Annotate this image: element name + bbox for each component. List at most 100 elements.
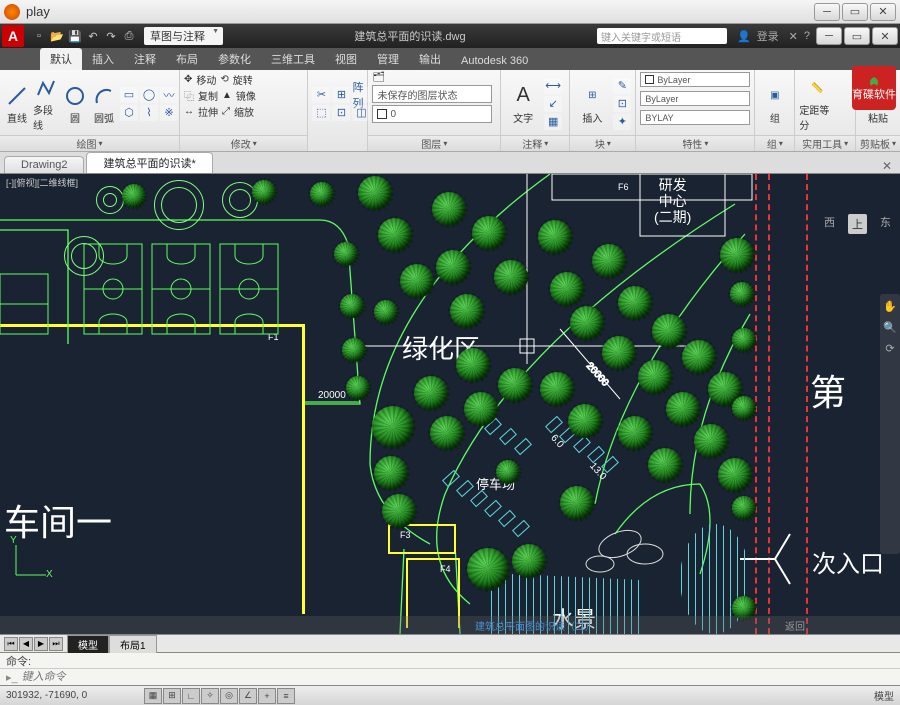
panel-block: ⊞插入 ✎⊡✦ 块: [570, 70, 636, 151]
nav-bar[interactable]: ✋ 🔍 ⟳: [880, 294, 900, 554]
open-icon[interactable]: 📂: [50, 29, 64, 43]
polyline-button[interactable]: 多段线: [33, 75, 59, 132]
new-tab-button[interactable]: ✕: [878, 159, 896, 173]
exchange-icon[interactable]: ✕: [789, 30, 798, 43]
app-menu-button[interactable]: A: [2, 25, 24, 47]
group-button[interactable]: ▣组: [759, 83, 790, 125]
panel-modify-title[interactable]: 修改: [180, 135, 307, 151]
copy-icon[interactable]: ⿻: [184, 88, 194, 103]
undo-icon[interactable]: ↶: [86, 29, 100, 43]
layout-tabs: ⏮◀▶⏭ 模型 布局1: [0, 634, 900, 652]
new-icon[interactable]: ▫: [32, 29, 46, 43]
tab-layout[interactable]: 布局: [166, 48, 208, 70]
draw-extra[interactable]: ▭◯〰⬡⌇※: [120, 87, 178, 121]
file-tab-1[interactable]: Drawing2: [4, 156, 84, 173]
panel-block-title[interactable]: 块: [570, 135, 635, 151]
maximize-button[interactable]: ▭: [842, 3, 868, 21]
panel-clip-title[interactable]: 剪贴板: [856, 135, 900, 151]
panel-layer-title[interactable]: 图层: [368, 135, 500, 151]
tab-3dtools[interactable]: 三维工具: [261, 48, 325, 70]
zoom-icon[interactable]: 🔍: [883, 321, 897, 334]
back-hint[interactable]: 返回: [785, 618, 805, 633]
hotkey-f3: F3: [400, 530, 411, 540]
model-tab[interactable]: 模型: [67, 635, 109, 653]
help-search[interactable]: 键入关键字或短语: [597, 28, 727, 44]
road-label: 第: [810, 364, 846, 416]
tab-annotate[interactable]: 注释: [124, 48, 166, 70]
rotate-icon[interactable]: ⟲: [220, 74, 228, 85]
print-icon[interactable]: ⎙: [122, 29, 136, 43]
tab-first[interactable]: ⏮: [4, 637, 18, 651]
linetype-combo[interactable]: BYLAY: [640, 110, 750, 125]
lineweight-combo[interactable]: ByLayer: [640, 91, 750, 106]
os-titlebar: play ─ ▭ ✕: [0, 0, 900, 24]
workspace-selector[interactable]: 草图与注释: [144, 27, 223, 45]
insert-block-button[interactable]: ⊞插入: [574, 83, 610, 125]
panel-draw-title[interactable]: 绘图: [0, 135, 179, 151]
command-area: 命令: ▸_: [0, 652, 900, 685]
view-cube[interactable]: 北 南 东 西 上: [822, 214, 892, 284]
command-line[interactable]: ▸_: [0, 668, 900, 685]
layer-combo[interactable]: 0: [372, 105, 492, 123]
panel-modify2: ✂⊞阵列⬚⊡◫ .: [308, 70, 368, 151]
dim-h: 20000: [318, 390, 346, 401]
tab-manage[interactable]: 管理: [367, 48, 409, 70]
minimize-button[interactable]: ─: [814, 3, 840, 21]
close-button[interactable]: ✕: [870, 3, 896, 21]
login-link[interactable]: 登录: [757, 28, 779, 44]
entry-label: 次入口: [812, 544, 884, 579]
panel-util-title[interactable]: 实用工具: [795, 135, 855, 151]
tab-last[interactable]: ⏭: [49, 637, 63, 651]
measure-button[interactable]: 📏定距等分: [799, 75, 835, 132]
doc-close-button[interactable]: ✕: [872, 27, 898, 45]
ucs-icon: X Y: [10, 541, 50, 584]
tab-view[interactable]: 视图: [325, 48, 367, 70]
layout1-tab[interactable]: 布局1: [109, 635, 157, 653]
file-tabs: Drawing2 建筑总平面的识读* ✕: [0, 152, 900, 174]
user-icon: 👤: [737, 30, 751, 43]
scale-icon[interactable]: ⤢: [222, 106, 230, 117]
doc-minimize-button[interactable]: ─: [816, 27, 842, 45]
tab-default[interactable]: 默认: [40, 48, 82, 70]
redo-icon[interactable]: ↷: [104, 29, 118, 43]
mirror-icon[interactable]: ▲: [222, 90, 232, 101]
modify-extra[interactable]: ✂⊞阵列⬚⊡◫: [312, 87, 370, 121]
command-input[interactable]: [22, 671, 894, 683]
tab-output[interactable]: 输出: [409, 48, 451, 70]
panel-annotate-title[interactable]: 注释: [501, 135, 569, 151]
block-extra[interactable]: ✎⊡✦: [613, 78, 631, 130]
tab-insert[interactable]: 插入: [82, 48, 124, 70]
panel-group-title[interactable]: 组: [755, 135, 794, 151]
tab-a360[interactable]: Autodesk 360: [451, 52, 538, 70]
file-tab-2[interactable]: 建筑总平面的识读*: [86, 152, 212, 173]
move-icon[interactable]: ✥: [184, 74, 192, 85]
layer-state-combo[interactable]: 未保存的图层状态: [372, 85, 492, 103]
help-icon[interactable]: ?: [804, 30, 810, 43]
viewport-label[interactable]: [-][俯视][二维线框]: [6, 176, 78, 189]
panel-prop-title[interactable]: 特性: [636, 135, 754, 151]
stretch-icon[interactable]: ↔: [184, 106, 194, 117]
save-icon[interactable]: 💾: [68, 29, 82, 43]
orbit-icon[interactable]: ⟳: [885, 342, 894, 355]
panel-properties: ByLayer ByLayer BYLAY 特性: [636, 70, 755, 151]
panel-group: ▣组 组: [755, 70, 795, 151]
tab-next[interactable]: ▶: [34, 637, 48, 651]
panel-annotate: A文字 ⟷↙▦ 注释: [501, 70, 570, 151]
quick-access-toolbar: A ▫ 📂 💾 ↶ ↷ ⎙ 草图与注释 建筑总平面的识读.dwg 键入关键字或短…: [0, 24, 900, 48]
layer-props-icon[interactable]: 🗂: [372, 72, 385, 83]
drawing-canvas[interactable]: [-][俯视][二维线框] 车间一 F1: [0, 174, 900, 634]
line-button[interactable]: 直线: [4, 83, 30, 125]
tab-prev[interactable]: ◀: [19, 637, 33, 651]
tab-parametric[interactable]: 参数化: [208, 48, 261, 70]
arc-button[interactable]: 圆弧: [91, 83, 117, 125]
color-combo[interactable]: ByLayer: [640, 72, 750, 87]
circle-button[interactable]: 圆: [62, 83, 88, 125]
text-button[interactable]: A文字: [505, 83, 541, 125]
doc-maximize-button[interactable]: ▭: [844, 27, 870, 45]
ribbon: 育碟软件 直线 多段线 圆 圆弧 ▭◯〰⬡⌇※ 绘图 ✥移动 ⟲旋转 ⿻复制 ▲…: [0, 70, 900, 152]
lesson-title: 建筑总平面图的识读（二）: [475, 618, 595, 633]
window-title: play: [26, 4, 814, 19]
pan-icon[interactable]: ✋: [883, 300, 897, 313]
dim-buttons[interactable]: ⟷↙▦: [544, 78, 562, 130]
cmd-icon: ▸_: [6, 671, 18, 684]
